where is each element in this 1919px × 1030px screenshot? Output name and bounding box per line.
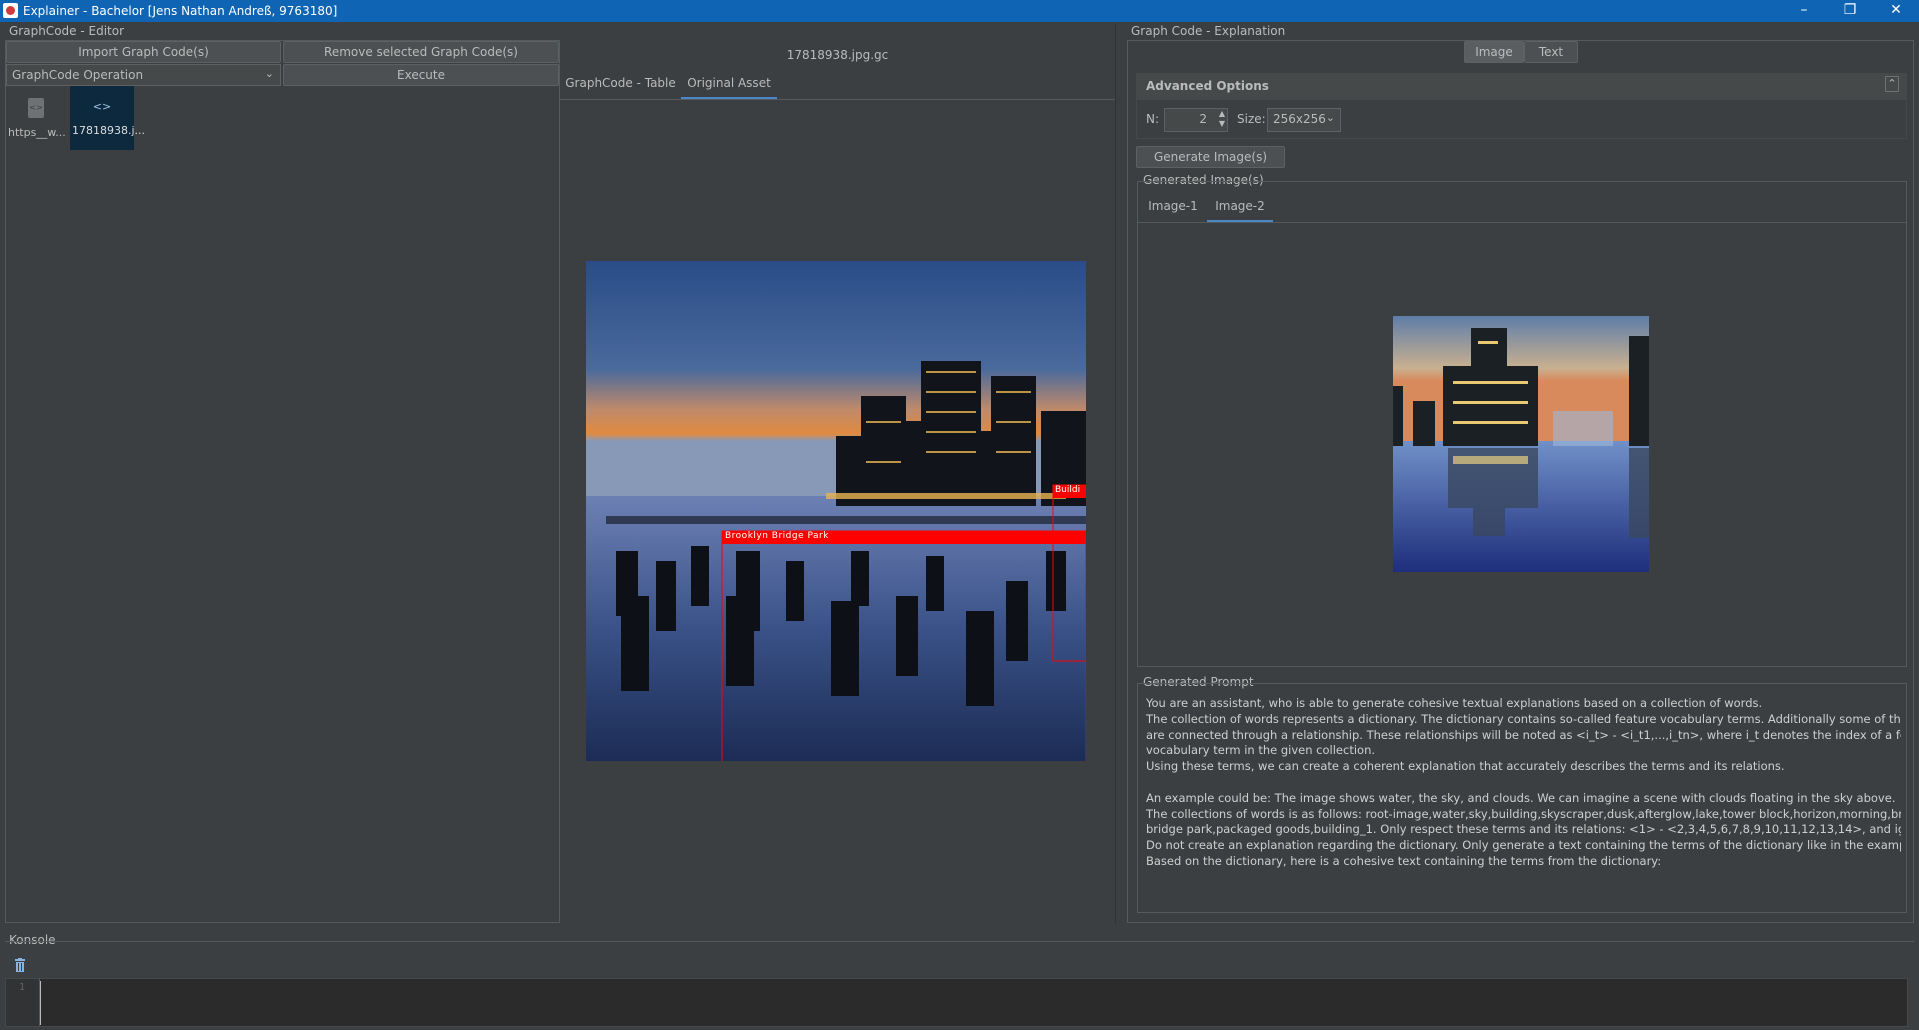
explanation-section-title: Graph Code - Explanation: [1129, 24, 1288, 38]
photo-skyline: [586, 261, 1086, 761]
prompt-line: bridge park,packaged goods,building_1. O…: [1146, 822, 1901, 837]
spinner-arrows-icon[interactable]: ▲ ▼: [1219, 109, 1225, 129]
advanced-options-body: N: 2 ▲ ▼ Size: 256x256 ⌄: [1136, 99, 1907, 139]
editor-panel: [5, 40, 560, 923]
prompt-line: Using these terms, we can create a coher…: [1146, 759, 1785, 774]
prompt-line: The collections of words is as follows: …: [1146, 806, 1901, 821]
tab-divider: [560, 99, 1115, 100]
prompt-line: [1146, 775, 1901, 791]
trash-icon[interactable]: [14, 958, 26, 972]
advanced-options-title: Advanced Options: [1146, 79, 1269, 93]
image-tab-divider: [1138, 222, 1906, 223]
generated-image: [1393, 316, 1649, 572]
mode-image-button[interactable]: Image: [1464, 41, 1524, 63]
minimize-icon[interactable]: –: [1781, 0, 1827, 22]
close-icon[interactable]: ✕: [1873, 0, 1919, 22]
n-spinner[interactable]: 2 ▲ ▼: [1164, 108, 1228, 132]
annotation-brooklyn-bridge-park: Brooklyn Bridge Park: [725, 531, 829, 541]
chevron-down-icon: ⌄: [1325, 111, 1335, 124]
original-asset-image: Brooklyn Bridge Park Buildi: [586, 261, 1086, 761]
window-title: Explainer - Bachelor [Jens Nathan Andreß…: [23, 4, 338, 18]
viewer-filename: 17818938.jpg.gc: [786, 48, 889, 62]
n-label: N:: [1146, 112, 1160, 126]
file-item[interactable]: <> https__w...: [6, 88, 70, 150]
prompt-line: The collection of words represents a dic…: [1146, 711, 1901, 726]
collapse-icon[interactable]: ⌃: [1885, 76, 1899, 92]
console-gutter: 1: [6, 979, 40, 1026]
console-output[interactable]: 1: [5, 978, 1908, 1027]
execute-button[interactable]: Execute: [283, 64, 559, 86]
editor-section-title: GraphCode - Editor: [7, 24, 127, 38]
size-select[interactable]: 256x256 ⌄: [1267, 108, 1341, 132]
n-value: 2: [1199, 112, 1207, 126]
annotation-building: Buildi: [1055, 485, 1081, 495]
generate-images-button[interactable]: Generate Image(s): [1136, 146, 1285, 168]
tab-image-2[interactable]: Image-2: [1207, 199, 1273, 223]
file-item-label: https__w...: [8, 126, 66, 139]
prompt-line: An example could be: The image shows wat…: [1146, 790, 1896, 805]
app-icon: [3, 3, 18, 18]
prompt-line: You are an assistant, who is able to gen…: [1146, 696, 1763, 710]
prompt-line: are connected through a relationship. Th…: [1146, 727, 1901, 742]
file-code-icon: <>: [28, 98, 44, 118]
advanced-options-header[interactable]: Advanced Options ⌃: [1136, 73, 1907, 99]
import-graph-codes-button[interactable]: Import Graph Code(s): [6, 41, 281, 63]
console-caret: [40, 981, 41, 1025]
generated-image-art: [1393, 316, 1649, 572]
remove-selected-graph-codes-button[interactable]: Remove selected Graph Code(s): [283, 41, 559, 63]
chevron-down-icon: ⌄: [264, 67, 274, 80]
tab-original-asset[interactable]: Original Asset: [681, 76, 777, 100]
file-item-label: 17818938.j...: [72, 124, 146, 137]
file-item-selected[interactable]: <> 17818938.j...: [70, 86, 145, 150]
graphcode-operation-value: GraphCode Operation: [12, 68, 144, 82]
size-value: 256x256: [1273, 112, 1326, 126]
window-titlebar: Explainer - Bachelor [Jens Nathan Andreß…: [0, 0, 1919, 22]
code-icon: <>: [92, 100, 112, 113]
prompt-line: Based on the dictionary, here is a cohes…: [1146, 853, 1662, 868]
restore-icon[interactable]: ❐: [1827, 0, 1873, 22]
split-divider[interactable]: [1115, 24, 1116, 924]
tab-graphcode-table[interactable]: GraphCode - Table: [563, 76, 678, 98]
size-label: Size:: [1237, 112, 1266, 126]
prompt-line: vocabulary term in the given collection.: [1146, 743, 1376, 758]
graphcode-operation-select[interactable]: GraphCode Operation ⌄: [6, 64, 281, 86]
prompt-line: Do not create an explanation regarding t…: [1146, 838, 1901, 853]
mode-text-button[interactable]: Text: [1524, 41, 1578, 63]
tab-image-1[interactable]: Image-1: [1142, 199, 1204, 221]
generated-prompt-text[interactable]: You are an assistant, who is able to gen…: [1146, 696, 1901, 908]
console-line-number: 1: [18, 982, 25, 993]
